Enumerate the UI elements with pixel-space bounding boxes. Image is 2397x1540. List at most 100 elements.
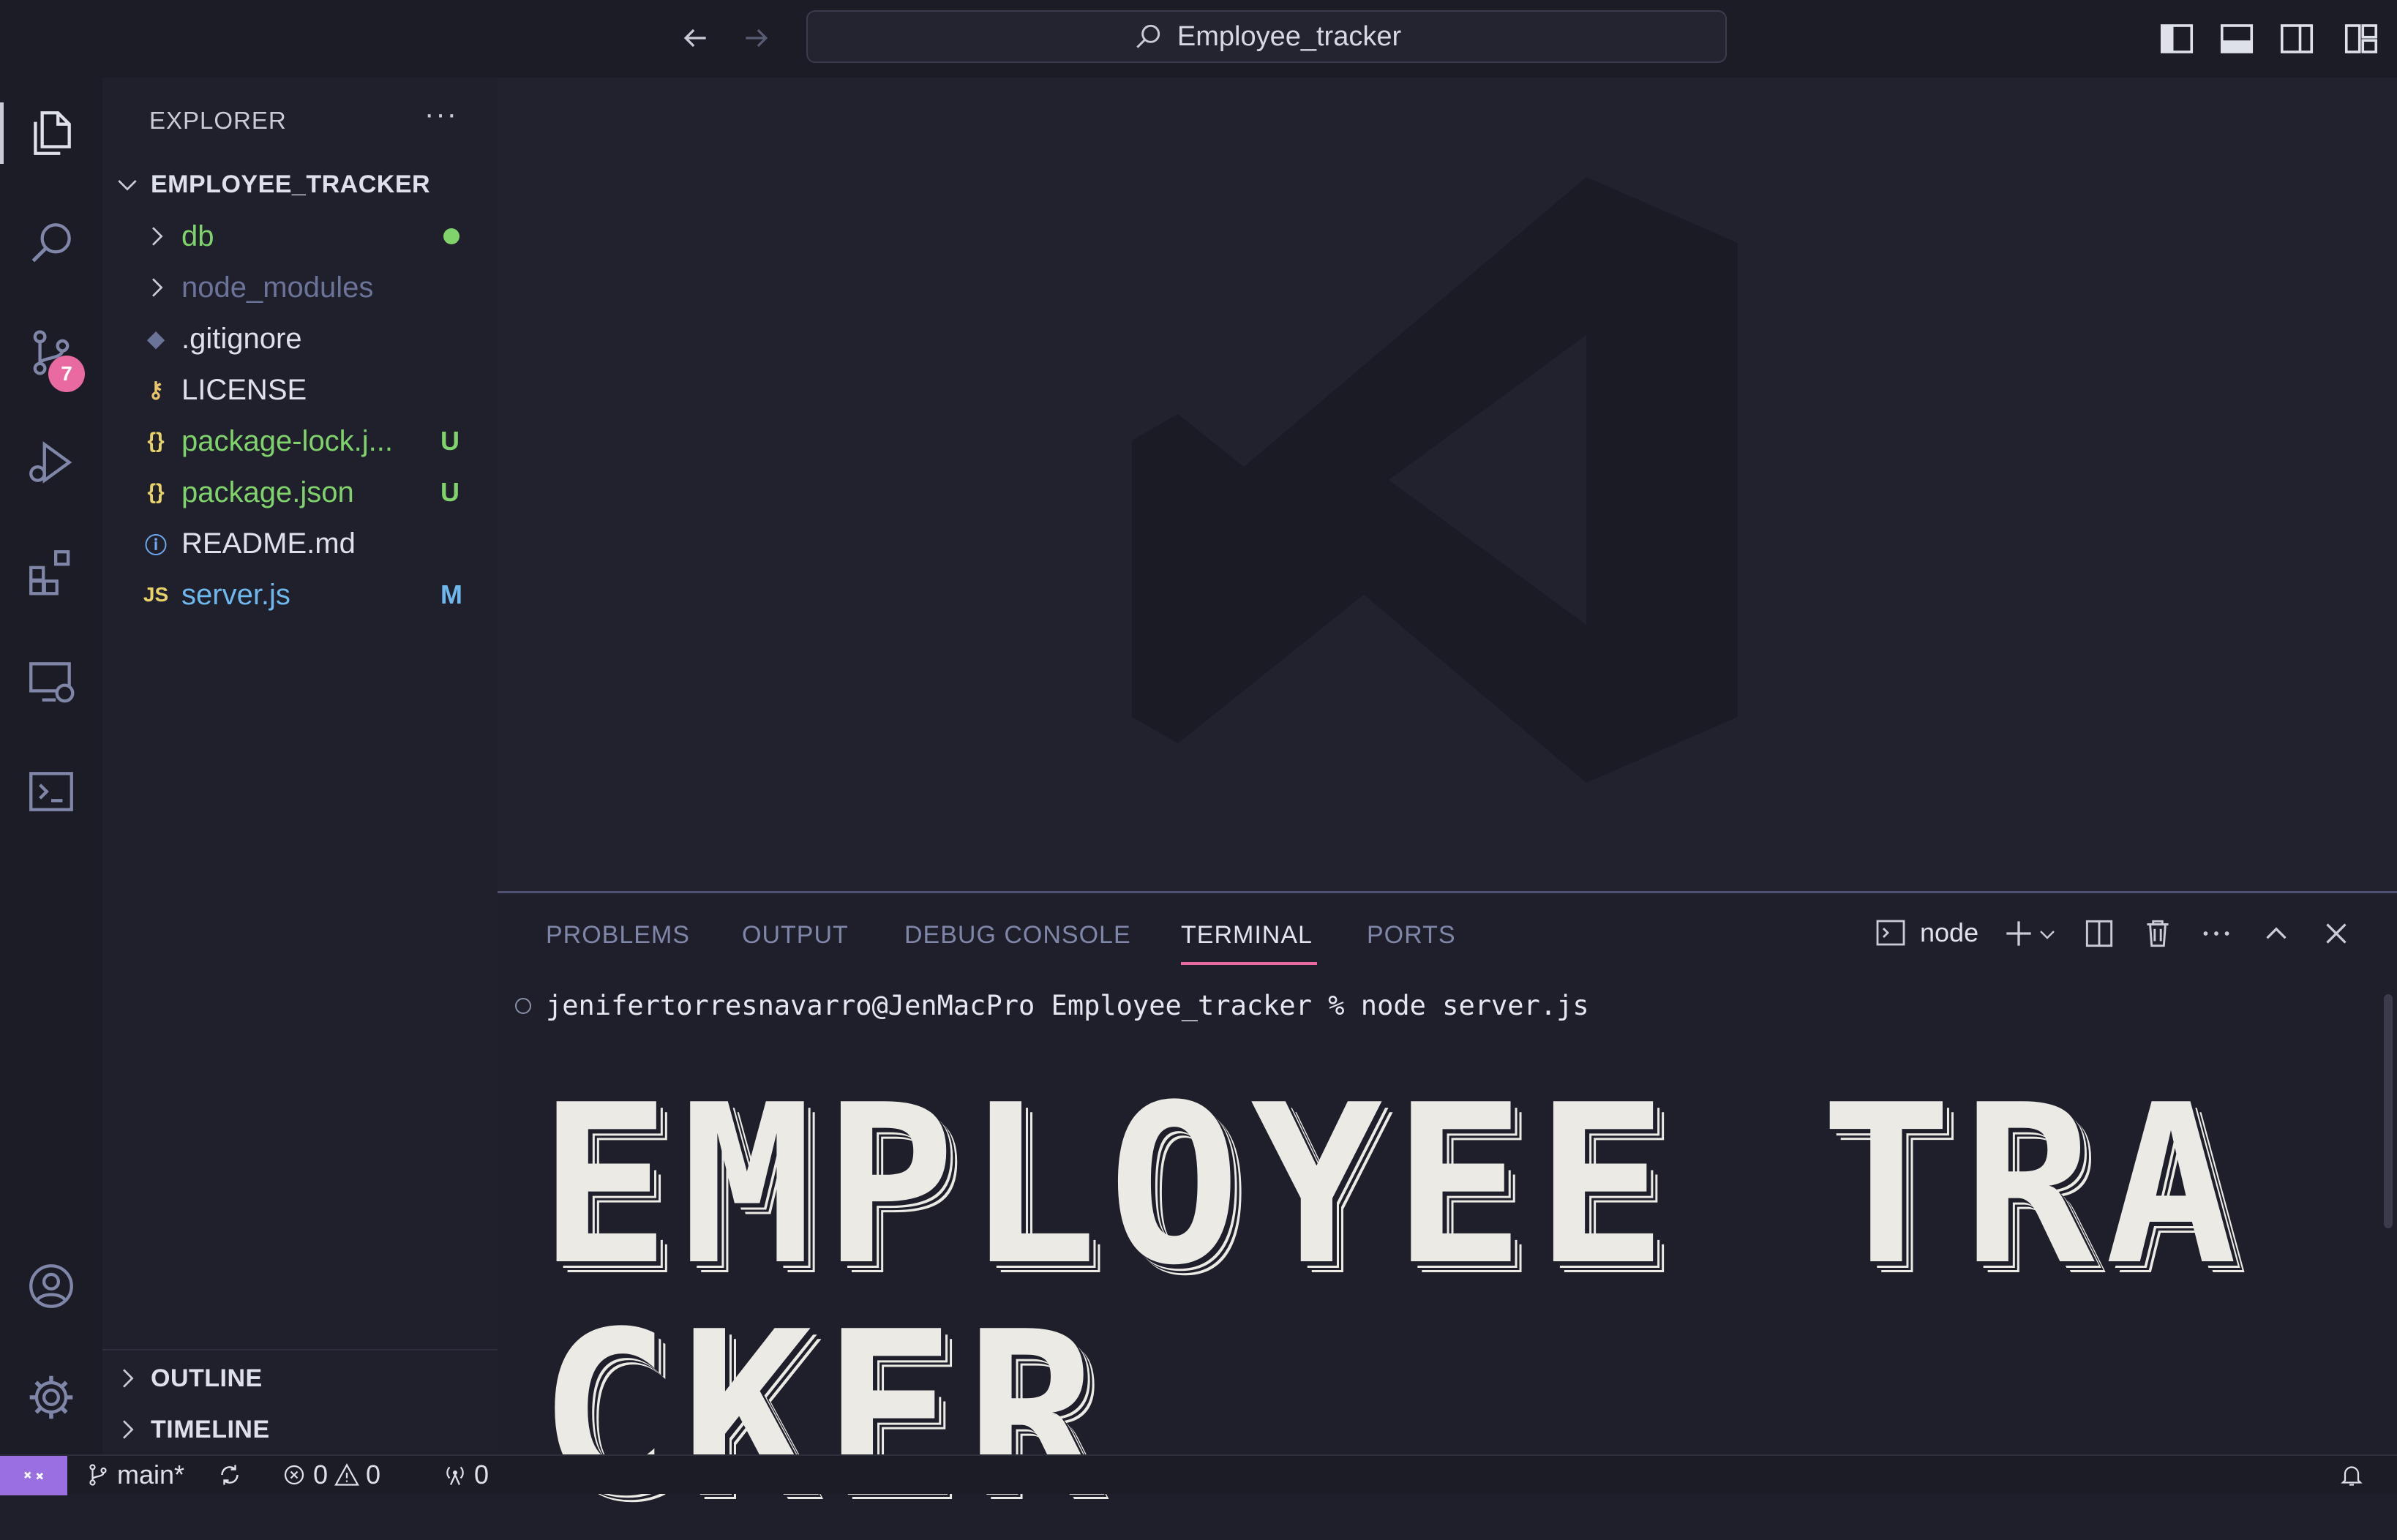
chevron-down-icon	[118, 180, 137, 191]
terminal-command-line[interactable]: jenifertorresnavarro@JenMacPro Employee_…	[515, 990, 1589, 1021]
warning-count: 0	[366, 1460, 381, 1490]
sync-icon	[221, 1465, 239, 1485]
json-braces-icon: {}	[147, 429, 165, 453]
split-icon	[2085, 920, 2113, 947]
problems-status[interactable]: 0 0	[281, 1460, 380, 1490]
error-count: 0	[313, 1460, 329, 1490]
tree-item-readme[interactable]: ⓘ README.md	[102, 518, 498, 569]
maximize-panel-button[interactable]	[2258, 915, 2295, 952]
trash-icon	[2147, 920, 2169, 947]
chevron-right-icon	[123, 1420, 134, 1439]
explorer-sidebar: EXPLORER ··· EMPLOYEE_TRACKER db node_mo…	[102, 78, 498, 1454]
ports-count: 0	[474, 1460, 489, 1490]
gear-icon	[29, 1375, 73, 1419]
explorer-activity[interactable]	[0, 97, 88, 170]
outline-label: OUTLINE	[151, 1364, 263, 1392]
toggle-secondary-sidebar-button[interactable]	[2277, 19, 2317, 59]
tab-debug-console[interactable]: DEBUG CONSOLE	[904, 921, 1131, 950]
search-icon	[1136, 24, 1160, 48]
chevron-right-icon	[152, 227, 163, 246]
notifications-button[interactable]	[2338, 1460, 2365, 1490]
tree-item-server-js[interactable]: JS server.js M	[102, 569, 498, 620]
terminal-icon	[1876, 920, 1905, 946]
new-terminal-button[interactable]	[2000, 915, 2037, 952]
ports-status[interactable]: 0	[442, 1460, 489, 1490]
kill-terminal-button[interactable]	[2139, 915, 2176, 952]
forward-button[interactable]	[735, 18, 779, 59]
terminal-prompt-text: jenifertorresnavarro@JenMacPro Employee_…	[546, 990, 1589, 1021]
outline-section-header[interactable]: OUTLINE	[113, 1356, 263, 1400]
file-name: db	[181, 219, 214, 252]
search-activity[interactable]	[15, 206, 88, 279]
tree-item-node-modules[interactable]: node_modules	[102, 262, 498, 313]
project-folder-header[interactable]: EMPLOYEE_TRACKER	[113, 162, 430, 206]
tree-item-gitignore[interactable]: ◆ .gitignore	[102, 313, 498, 364]
tab-output[interactable]: OUTPUT	[742, 921, 849, 950]
file-name: node_modules	[181, 271, 374, 304]
tree-item-db[interactable]: db	[102, 211, 498, 262]
back-button[interactable]	[673, 18, 717, 59]
toggle-primary-sidebar-button[interactable]	[2157, 19, 2197, 59]
terminal-profile-dropdown[interactable]	[2034, 915, 2060, 952]
chevron-down-icon	[2040, 931, 2055, 939]
remote-explorer-activity[interactable]	[15, 645, 88, 718]
bottom-panel: PROBLEMS OUTPUT DEBUG CONSOLE TERMINAL P…	[498, 891, 2397, 1522]
settings-activity[interactable]	[15, 1361, 88, 1434]
remote-icon	[24, 1471, 43, 1480]
tree-item-package-lock[interactable]: {} package-lock.j... U	[102, 416, 498, 467]
remote-indicator-button[interactable]	[0, 1456, 67, 1495]
file-name: README.md	[181, 527, 356, 560]
terminal-activity[interactable]	[15, 755, 88, 828]
git-branch-icon	[89, 1464, 107, 1486]
command-decoration-icon	[515, 997, 531, 1014]
tab-terminal[interactable]: TERMINAL	[1181, 921, 1313, 950]
chevron-right-icon	[123, 1369, 134, 1388]
toggle-panel-button[interactable]	[2217, 19, 2257, 59]
git-status-modified: M	[440, 579, 462, 609]
activity-bar: 7	[0, 78, 102, 1454]
terminal-instance-label[interactable]: node	[1873, 915, 1978, 950]
terminal-icon	[29, 772, 73, 811]
account-icon	[29, 1264, 73, 1308]
git-branch-status[interactable]: main*	[85, 1460, 184, 1490]
editor-area[interactable]	[498, 78, 2397, 891]
project-folder-name: EMPLOYEE_TRACKER	[151, 170, 431, 198]
broadcast-icon	[446, 1466, 464, 1485]
license-key-icon: ⚷	[148, 378, 164, 402]
json-braces-icon: {}	[147, 480, 165, 504]
chevron-right-icon	[152, 278, 163, 297]
arrow-right-icon	[746, 29, 768, 48]
sidebar-right-icon	[2280, 24, 2314, 53]
tree-item-package-json[interactable]: {} package.json U	[102, 467, 498, 518]
customize-layout-button[interactable]	[2341, 19, 2381, 59]
split-terminal-button[interactable]	[2081, 915, 2117, 952]
sidebar-divider	[102, 1349, 498, 1351]
tree-item-license[interactable]: ⚷ LICENSE	[102, 364, 498, 416]
file-name: LICENSE	[181, 373, 307, 406]
extensions-activity[interactable]	[15, 536, 88, 609]
file-name: server.js	[181, 578, 290, 611]
more-actions-button[interactable]: ···	[424, 98, 458, 131]
modified-dot-icon	[443, 228, 459, 244]
accounts-activity[interactable]	[15, 1250, 88, 1323]
tab-ports[interactable]: PORTS	[1367, 921, 1456, 950]
file-name: package-lock.j...	[181, 424, 394, 457]
sync-changes-button[interactable]	[217, 1460, 243, 1490]
git-status-untracked: U	[440, 477, 459, 507]
panel-bottom-icon	[2220, 24, 2254, 53]
run-debug-activity[interactable]	[15, 426, 88, 499]
panel-more-actions-button[interactable]	[2198, 915, 2235, 952]
status-bar: main* 0 0 0	[0, 1454, 2397, 1495]
search-icon	[31, 223, 71, 263]
terminal-scrollbar[interactable]	[2384, 994, 2393, 1228]
timeline-section-header[interactable]: TIMELINE	[113, 1408, 270, 1451]
close-panel-button[interactable]	[2318, 915, 2355, 952]
source-control-badge: 7	[48, 356, 85, 392]
sidebar-title: EXPLORER	[149, 107, 287, 134]
sidebar-left-icon	[2160, 24, 2194, 53]
error-icon	[284, 1465, 304, 1485]
tab-problems[interactable]: PROBLEMS	[546, 921, 690, 950]
bell-icon	[2341, 1466, 2363, 1486]
command-center-search[interactable]: Employee_tracker	[806, 10, 1727, 63]
vscode-logo-watermark-icon	[1132, 177, 1738, 783]
